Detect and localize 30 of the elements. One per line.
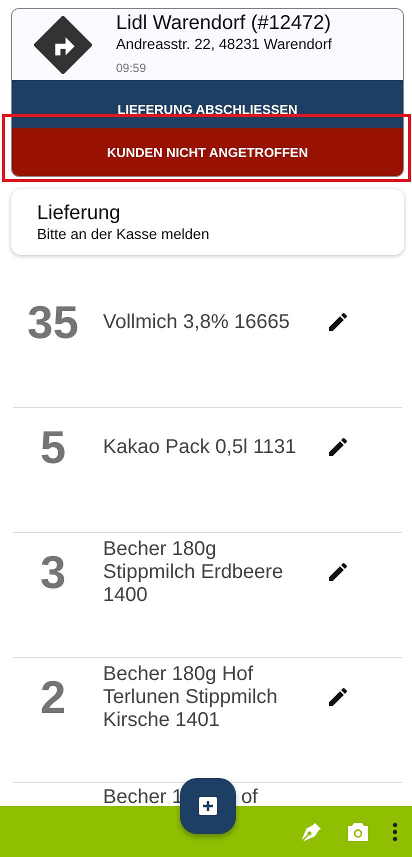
item-name: Kakao Pack 0,5l 1131: [103, 436, 298, 458]
item-quantity: 2: [39, 670, 67, 724]
item-name: Vollmich 3,8% 16665: [103, 310, 291, 334]
more-button[interactable]: [392, 822, 398, 842]
note-title: Lieferung: [37, 201, 122, 225]
stop-address: Andreasstr. 22, 48231 Warendorf: [116, 36, 332, 55]
stop-title: Lidl Warendorf (#12472): [116, 12, 332, 34]
edit-button[interactable]: [326, 435, 350, 459]
pencil-icon: [326, 310, 350, 334]
turn-right-icon: [32, 14, 94, 76]
item-quantity: 35: [26, 295, 80, 349]
more-icon: [392, 822, 398, 842]
add-button[interactable]: [180, 778, 236, 834]
stop-time: 09:59: [116, 60, 148, 77]
note-text: Bitte an der Kasse melden: [37, 226, 210, 245]
item-quantity: 5: [39, 420, 67, 474]
customer-absent-button[interactable]: KUNDEN NICHT ANGETROFFEN: [12, 128, 403, 176]
edit-button[interactable]: [326, 310, 350, 334]
item-quantity: 3: [39, 545, 67, 599]
camera-icon: [346, 820, 370, 842]
edit-button[interactable]: [326, 685, 350, 709]
pencil-icon: [326, 435, 350, 459]
item-name: Becher 180g Stippmilch Erdbeere 1400: [103, 538, 284, 606]
item-name-fragment: of: [241, 786, 258, 809]
complete-delivery-button[interactable]: LIEFERUNG ABSCHLIESSEN: [12, 80, 403, 128]
pencil-icon: [326, 685, 350, 709]
add-box-icon: [198, 796, 218, 816]
edit-button[interactable]: [326, 560, 350, 584]
pencil-icon: [326, 560, 350, 584]
item-name: Becher 180g Hof Terlunen Stippmilch Kirsche 1401: [103, 662, 279, 732]
